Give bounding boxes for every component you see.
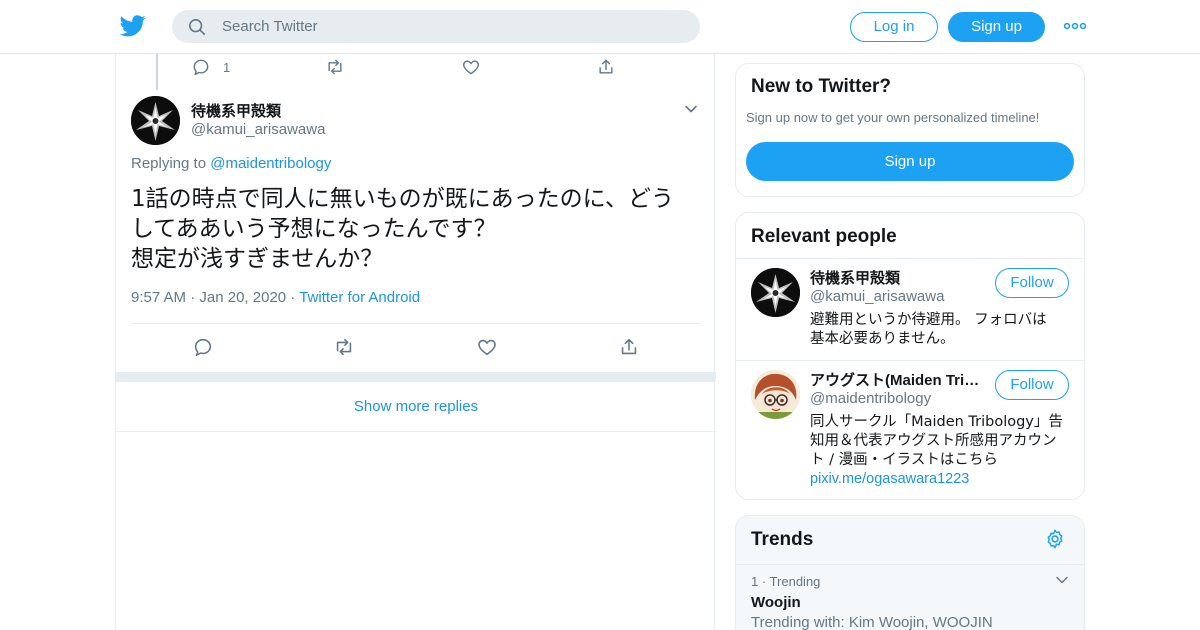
tweet-text-line: 1話の時点で同人に無いものが既にあったのに、どう: [131, 186, 674, 212]
follow-button[interactable]: Follow: [995, 268, 1069, 298]
reply-icon: [194, 338, 212, 357]
divider: [131, 323, 701, 324]
new-to-twitter-title: New to Twitter?: [751, 76, 892, 97]
bio-line: 避難用というか待避用。 フォロバは: [810, 312, 1047, 328]
bio-line: ト / 漫画・イラストはこちら: [810, 452, 998, 468]
person-avatar[interactable]: [751, 370, 800, 419]
person-avatar[interactable]: [751, 268, 800, 317]
tweet-metadata: 9:57 AM · Jan 20, 2020 · Twitter for And…: [131, 289, 420, 306]
person-handle[interactable]: @maidentribology: [810, 390, 931, 407]
person-display-name[interactable]: 待機系甲殻類: [810, 267, 986, 288]
relevant-people-card: Relevant people 待機系甲殻類 @kamui_arisawawa …: [735, 212, 1085, 500]
divider: [736, 564, 1084, 565]
new-to-twitter-card: New to Twitter? Sign up now to get your …: [735, 63, 1085, 197]
reply-count: 1: [223, 59, 231, 75]
reply-action[interactable]: [192, 336, 214, 358]
section-separator: [116, 372, 716, 382]
trend-label: Trending: [769, 574, 821, 589]
search-input[interactable]: [222, 10, 682, 43]
meta-separator: ·: [190, 289, 200, 306]
trend-meta: 1 · Trending: [751, 574, 820, 589]
bio-link[interactable]: pixiv.me/ogasawara1223: [810, 471, 969, 487]
signup-button-large[interactable]: Sign up: [746, 142, 1074, 181]
previous-tweet-actions: 1: [116, 54, 716, 84]
follow-button[interactable]: Follow: [995, 370, 1069, 400]
search-bar[interactable]: [172, 10, 700, 43]
bio-line: 知用＆代表アウグスト所感用アカウン: [810, 433, 1057, 449]
bio-line: 基本必要ありません。: [810, 331, 955, 347]
heart-icon: [478, 339, 496, 356]
author-handle[interactable]: @kamui_arisawawa: [191, 121, 325, 138]
person-item[interactable]: 待機系甲殻類 @kamui_arisawawa Follow 避難用というか待避…: [736, 258, 1084, 360]
tweet-source-link[interactable]: Twitter for Android: [299, 289, 420, 306]
tweet-text-line: してああいう予想になったんです？: [131, 216, 497, 242]
replying-to-line: Replying to @maidentribology: [131, 155, 331, 172]
trend-rank: 1: [751, 574, 759, 589]
anime-girl-avatar-image: [751, 370, 800, 419]
twitter-bird-icon[interactable]: [120, 14, 146, 38]
conversation-column: 1 待機系甲殻類 @kamui_arisawawa Replying to @m…: [115, 54, 716, 630]
signup-button[interactable]: Sign up: [948, 12, 1045, 42]
meta-separator: ·: [761, 574, 770, 589]
retweet-action[interactable]: [333, 336, 355, 358]
login-button[interactable]: Log in: [850, 12, 938, 42]
top-navigation-bar: Log in Sign up: [0, 0, 1200, 54]
person-item[interactable]: アウグスト(Maiden Tribology) @maidentribology…: [736, 360, 1084, 499]
more-options-icon[interactable]: [1064, 19, 1086, 33]
chevron-down-icon[interactable]: [682, 100, 700, 118]
bio-line: 同人サークル「Maiden Tribology」告: [810, 414, 1063, 430]
author-avatar[interactable]: [131, 96, 180, 145]
tweet-time[interactable]: 9:57 AM: [131, 289, 186, 306]
like-action[interactable]: [476, 336, 498, 358]
person-display-name[interactable]: アウグスト(Maiden Tribology): [810, 369, 986, 390]
retweet-icon: [336, 338, 352, 356]
crustacean-avatar-image: [131, 96, 180, 145]
tweet-text: 1話の時点で同人に無いものが既にあったのに、どう してああいう予想になったんです…: [131, 184, 701, 274]
person-handle[interactable]: @kamui_arisawawa: [810, 288, 944, 305]
replying-to-link[interactable]: @maidentribology: [210, 155, 331, 172]
trends-card: Trends 1 · Trending Woojin Trending with…: [735, 515, 1085, 630]
tweet-text-line: 想定が浅すぎませんか？: [131, 246, 384, 272]
retweet-action[interactable]: [325, 57, 345, 77]
trends-title: Trends: [751, 529, 814, 550]
share-action[interactable]: [596, 57, 616, 77]
share-action[interactable]: [618, 336, 640, 358]
meta-separator: ·: [290, 289, 300, 306]
trend-context: Trending with: Kim Woojin, WOOJIN: [751, 614, 993, 630]
gear-icon[interactable]: [1044, 528, 1066, 550]
search-icon: [188, 18, 206, 36]
share-icon: [621, 338, 637, 355]
replying-to-prefix: Replying to: [131, 155, 207, 172]
person-bio: 同人サークル「Maiden Tribology」告 知用＆代表アウグスト所感用ア…: [810, 413, 1072, 489]
reply-icon: [193, 59, 209, 76]
share-icon: [599, 59, 613, 74]
tweet-date[interactable]: Jan 20, 2020: [199, 289, 286, 306]
crustacean-avatar-image: [751, 268, 800, 317]
relevant-people-title: Relevant people: [751, 226, 897, 247]
person-bio: 避難用というか待避用。 フォロバは 基本必要ありません。: [810, 311, 1072, 349]
tweet-actions: [116, 336, 716, 360]
new-to-twitter-subtitle: Sign up now to get your own personalized…: [746, 110, 1040, 125]
author-display-name[interactable]: 待機系甲殻類: [191, 100, 281, 121]
chevron-down-icon[interactable]: [1054, 572, 1070, 588]
trend-name-link[interactable]: Woojin: [751, 594, 801, 611]
like-action[interactable]: [461, 57, 481, 77]
reply-action[interactable]: 1: [191, 57, 230, 77]
show-more-replies-button[interactable]: Show more replies: [116, 382, 716, 432]
heart-icon: [463, 60, 479, 75]
retweet-icon: [328, 59, 342, 75]
